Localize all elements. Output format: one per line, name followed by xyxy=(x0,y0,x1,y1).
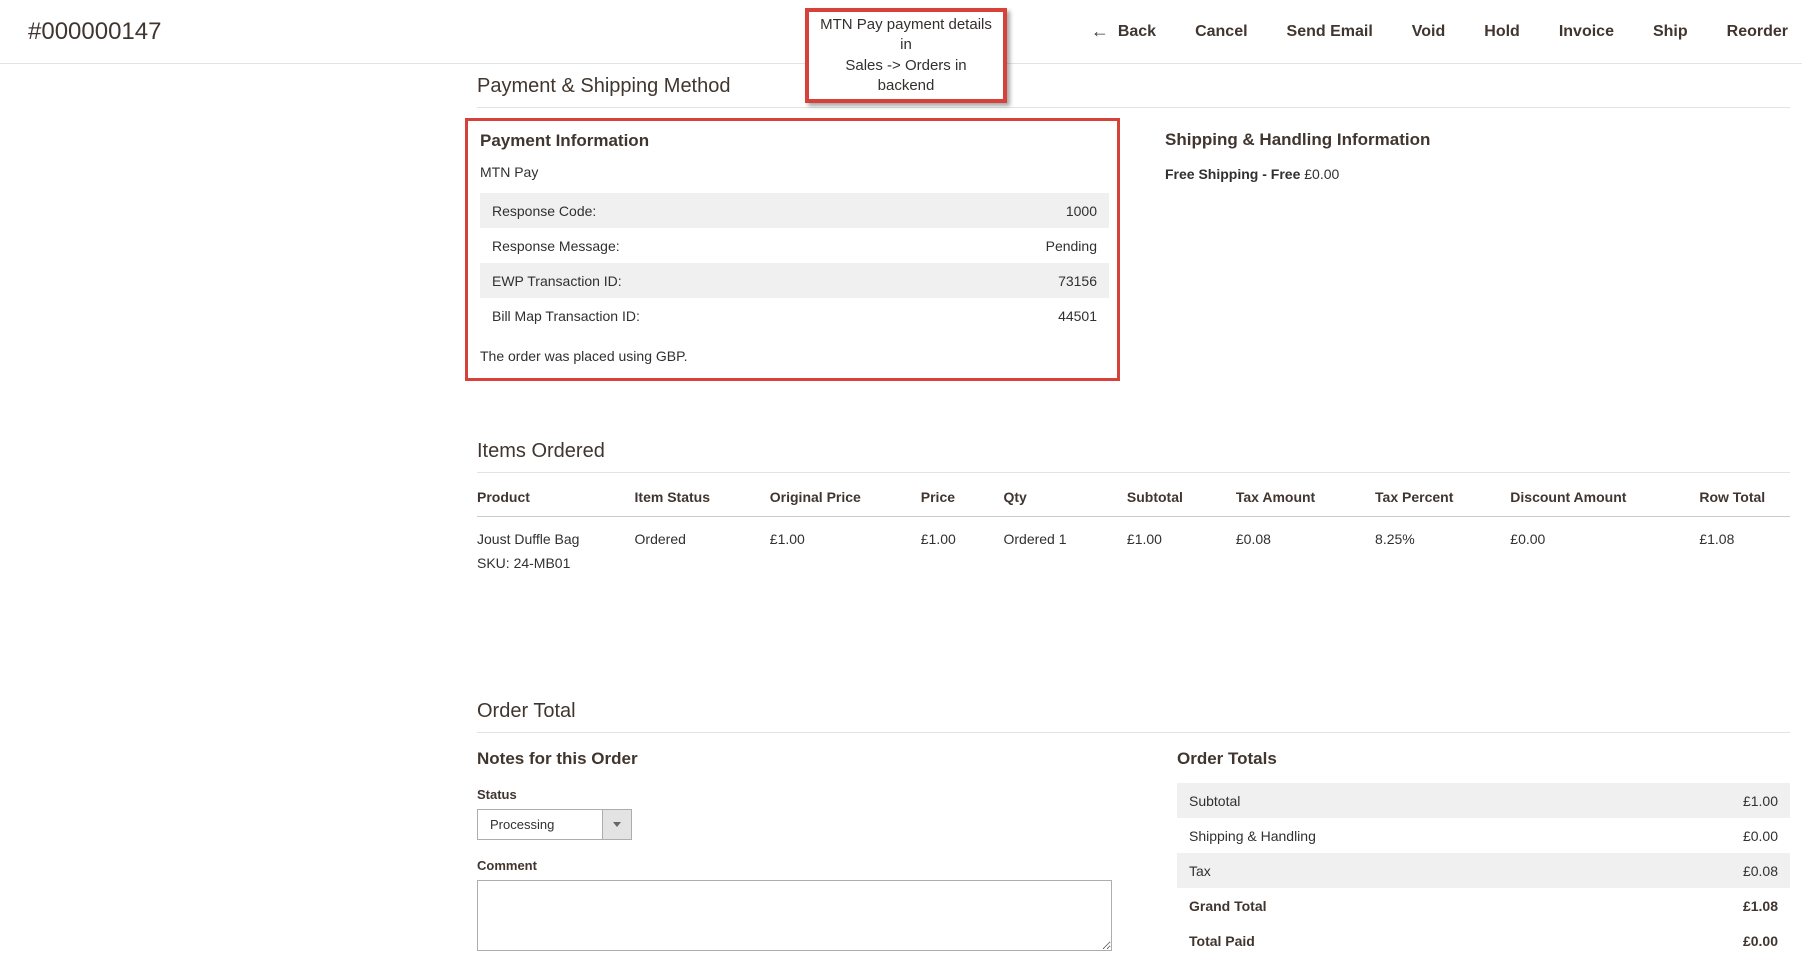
status-label: Status xyxy=(477,787,1132,802)
header-actions: ← Back Cancel Send Email Void Hold Invoi… xyxy=(1091,21,1788,42)
total-value: £0.00 xyxy=(1743,933,1778,949)
items-ordered-table: Product Item Status Original Price Price… xyxy=(477,473,1790,577)
col-subtotal: Subtotal xyxy=(1127,473,1236,517)
order-notes-panel: Notes for this Order Status Processing C… xyxy=(477,749,1132,958)
back-button[interactable]: ← Back xyxy=(1091,21,1156,42)
cell-product: Joust Duffle Bag SKU: 24-MB01 xyxy=(477,517,635,578)
payment-information-title: Payment Information xyxy=(480,131,1109,151)
col-product: Product xyxy=(477,473,635,517)
order-totals-title: Order Totals xyxy=(1177,749,1790,769)
cell-qty: Ordered 1 xyxy=(1003,517,1126,578)
items-table-header-row: Product Item Status Original Price Price… xyxy=(477,473,1790,517)
reorder-button[interactable]: Reorder xyxy=(1727,23,1788,41)
comment-label: Comment xyxy=(477,858,1132,873)
payment-row-label: Bill Map Transaction ID: xyxy=(492,308,640,324)
col-price: Price xyxy=(921,473,1004,517)
hold-button[interactable]: Hold xyxy=(1484,23,1520,41)
shipping-method: Free Shipping - Free xyxy=(1165,166,1300,182)
chevron-down-icon xyxy=(613,822,621,827)
total-row-subtotal: Subtotal £1.00 xyxy=(1177,783,1790,818)
total-row-total-paid: Total Paid £0.00 xyxy=(1177,923,1790,958)
total-value: £1.08 xyxy=(1743,898,1778,914)
payment-info-row: EWP Transaction ID: 73156 xyxy=(480,263,1109,298)
payment-row-label: EWP Transaction ID: xyxy=(492,273,622,289)
page-header: #000000147 MTN Pay payment details in Sa… xyxy=(0,0,1802,64)
back-arrow-icon: ← xyxy=(1091,21,1109,42)
order-totals-rows: Subtotal £1.00 Shipping & Handling £0.00… xyxy=(1177,783,1790,958)
back-button-label: Back xyxy=(1118,23,1156,41)
col-row-total: Row Total xyxy=(1699,473,1790,517)
cell-subtotal: £1.00 xyxy=(1127,517,1236,578)
payment-info-row: Response Code: 1000 xyxy=(480,193,1109,228)
shipping-method-line: Free Shipping - Free £0.00 xyxy=(1165,166,1790,182)
total-row-tax: Tax £0.08 xyxy=(1177,853,1790,888)
total-value: £1.00 xyxy=(1743,793,1778,809)
order-totals-panel: Order Totals Subtotal £1.00 Shipping & H… xyxy=(1177,749,1790,958)
cell-item-status: Ordered xyxy=(635,517,770,578)
payment-info-row: Response Message: Pending xyxy=(480,228,1109,263)
cell-row-total: £1.08 xyxy=(1699,517,1790,578)
payment-row-label: Response Message: xyxy=(492,238,620,254)
annotation-line-1: MTN Pay payment details in xyxy=(815,15,997,56)
col-tax-amount: Tax Amount xyxy=(1236,473,1375,517)
product-name: Joust Duffle Bag xyxy=(477,531,631,547)
table-row: Joust Duffle Bag SKU: 24-MB01 Ordered £1… xyxy=(477,517,1790,578)
cancel-button[interactable]: Cancel xyxy=(1195,23,1247,41)
cell-tax-percent: 8.25% xyxy=(1375,517,1510,578)
page-title: #000000147 xyxy=(28,18,161,46)
cell-price: £1.00 xyxy=(921,517,1004,578)
payment-information-box: Payment Information MTN Pay Response Cod… xyxy=(465,118,1120,381)
invoice-button[interactable]: Invoice xyxy=(1559,23,1614,41)
payment-row-value: 73156 xyxy=(1058,273,1097,289)
cell-tax-amount: £0.08 xyxy=(1236,517,1375,578)
payment-info-rows: Response Code: 1000 Response Message: Pe… xyxy=(480,193,1109,333)
payment-row-label: Response Code: xyxy=(492,203,596,219)
currency-note: The order was placed using GBP. xyxy=(480,348,1109,364)
total-label: Shipping & Handling xyxy=(1189,828,1316,844)
order-total-section-title: Order Total xyxy=(477,689,1790,733)
annotation-line-2: Sales -> Orders in backend xyxy=(815,56,997,97)
total-label: Total Paid xyxy=(1189,933,1255,949)
total-value: £0.00 xyxy=(1743,828,1778,844)
col-discount-amount: Discount Amount xyxy=(1510,473,1699,517)
items-ordered-section-title: Items Ordered xyxy=(477,429,1790,473)
shipping-information-box: Shipping & Handling Information Free Shi… xyxy=(1165,118,1790,381)
shipping-information-title: Shipping & Handling Information xyxy=(1165,130,1790,150)
void-button[interactable]: Void xyxy=(1412,23,1445,41)
total-label: Subtotal xyxy=(1189,793,1240,809)
col-item-status: Item Status xyxy=(635,473,770,517)
send-email-button[interactable]: Send Email xyxy=(1287,23,1373,41)
status-select-value: Processing xyxy=(478,810,602,839)
payment-method: MTN Pay xyxy=(480,164,1109,180)
annotation-callout: MTN Pay payment details in Sales -> Orde… xyxy=(805,8,1007,103)
col-original-price: Original Price xyxy=(770,473,921,517)
col-tax-percent: Tax Percent xyxy=(1375,473,1510,517)
payment-row-value: 1000 xyxy=(1066,203,1097,219)
col-qty: Qty xyxy=(1003,473,1126,517)
total-value: £0.08 xyxy=(1743,863,1778,879)
payment-shipping-section-title: Payment & Shipping Method xyxy=(477,64,1790,108)
payment-info-row: Bill Map Transaction ID: 44501 xyxy=(480,298,1109,333)
total-label: Grand Total xyxy=(1189,898,1267,914)
comment-textarea[interactable] xyxy=(477,880,1112,951)
payment-row-value: Pending xyxy=(1046,238,1097,254)
cell-discount-amount: £0.00 xyxy=(1510,517,1699,578)
status-select[interactable]: Processing xyxy=(477,809,632,840)
notes-title: Notes for this Order xyxy=(477,749,1132,769)
status-select-arrow-button[interactable] xyxy=(602,810,631,839)
total-label: Tax xyxy=(1189,863,1211,879)
ship-button[interactable]: Ship xyxy=(1653,23,1688,41)
cell-original-price: £1.00 xyxy=(770,517,921,578)
payment-row-value: 44501 xyxy=(1058,308,1097,324)
product-sku: SKU: 24-MB01 xyxy=(477,555,631,571)
shipping-amount: £0.00 xyxy=(1304,166,1339,182)
total-row-grand-total: Grand Total £1.08 xyxy=(1177,888,1790,923)
total-row-shipping: Shipping & Handling £0.00 xyxy=(1177,818,1790,853)
